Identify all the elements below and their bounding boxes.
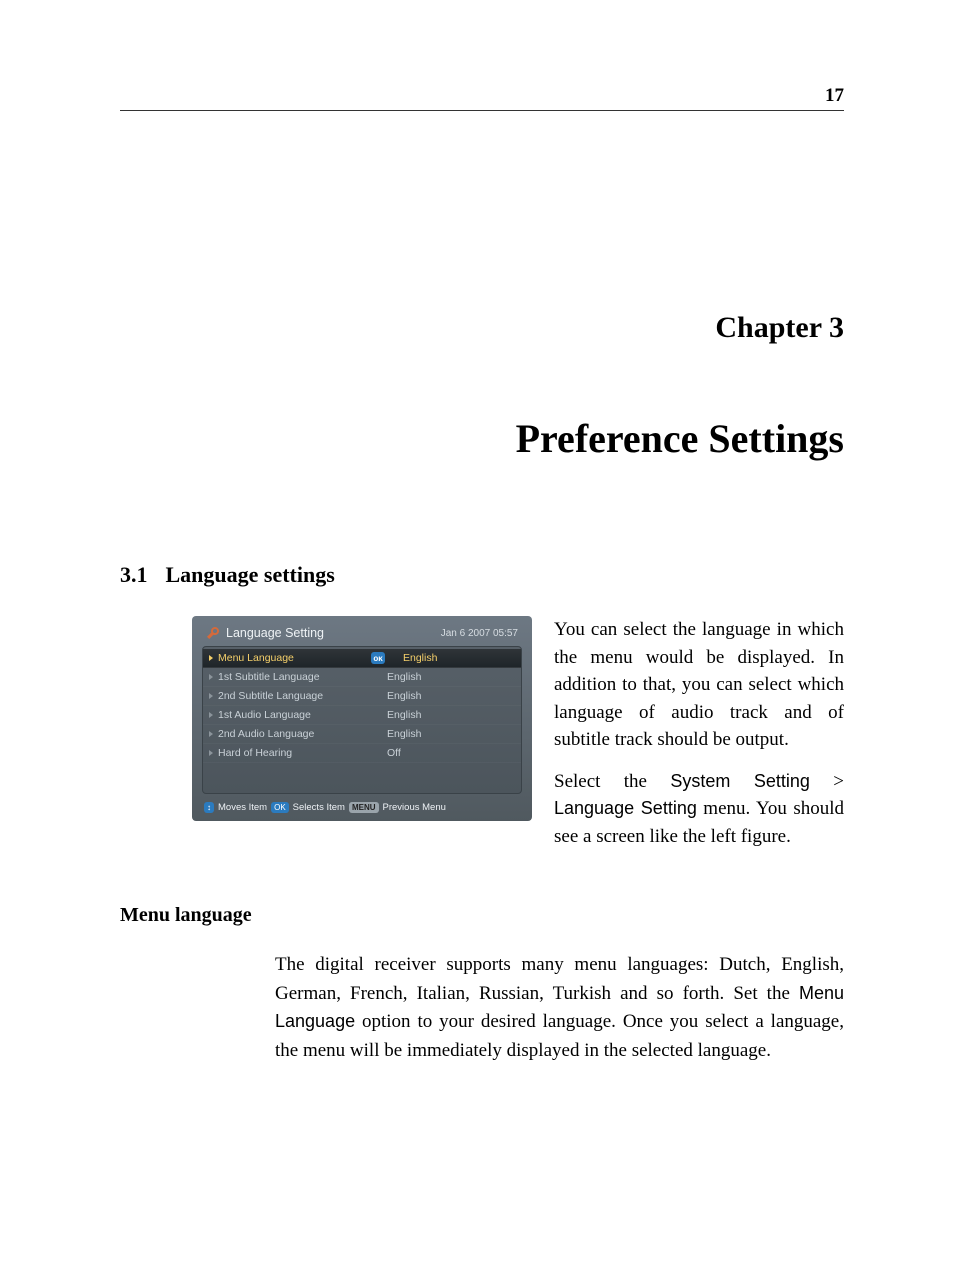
row-label: 2nd Audio Language	[218, 728, 314, 740]
chevron-right-icon	[209, 693, 213, 699]
figure-panel: Menu Language ᴏᴋ English 1st Subtitle La…	[202, 646, 522, 794]
footer-prev: Previous Menu	[383, 802, 446, 813]
footer-selects: Selects Item	[293, 802, 345, 813]
chevron-right-icon	[209, 731, 213, 737]
section-heading: 3.1 Language settings	[120, 562, 844, 588]
figure-footer: ↕ Moves Item OK Selects Item MENU Previo…	[202, 802, 522, 813]
row-label: Menu Language	[218, 652, 294, 664]
menu-row-menu-language[interactable]: Menu Language ᴏᴋ English	[203, 649, 521, 668]
section-title: Language settings	[166, 562, 335, 587]
menu-row-1st-subtitle[interactable]: 1st Subtitle Language English	[203, 668, 521, 687]
intro-p2-a: Select the	[554, 771, 670, 792]
gt-separator: >	[810, 771, 844, 792]
chevron-right-icon	[209, 674, 213, 680]
chapter-title: Preference Settings	[120, 415, 844, 462]
menu-row-1st-audio[interactable]: 1st Audio Language English	[203, 706, 521, 725]
embedded-figure: Language Setting Jan 6 2007 05:57 Menu L…	[192, 616, 532, 864]
menu-row-hard-of-hearing[interactable]: Hard of Hearing Off	[203, 744, 521, 763]
page-number: 17	[825, 85, 844, 106]
row-value: English	[369, 671, 515, 683]
row-label: 1st Subtitle Language	[218, 671, 320, 683]
wrench-icon	[206, 626, 220, 640]
chevron-right-icon	[209, 655, 213, 661]
body-p1-b: option to your desired language. Once yo…	[275, 1011, 844, 1061]
menu-row-2nd-subtitle[interactable]: 2nd Subtitle Language English	[203, 687, 521, 706]
figure-title: Language Setting	[226, 626, 324, 640]
page-header: 17	[120, 85, 844, 111]
figure-timestamp: Jan 6 2007 05:57	[441, 628, 518, 639]
intro-p1: You can select the language in which the…	[554, 616, 844, 754]
footer-moves: Moves Item	[218, 802, 267, 813]
nav-language-setting: Language Setting	[554, 798, 697, 818]
chevron-right-icon	[209, 712, 213, 718]
nav-key-icon: ↕	[204, 802, 214, 813]
ok-key-icon: OK	[271, 802, 289, 813]
chapter-label: Chapter 3	[120, 311, 844, 345]
row-label: 2nd Subtitle Language	[218, 690, 323, 702]
ok-icon: ᴏᴋ	[371, 652, 385, 664]
body-p1-a: The digital receiver supports many menu …	[275, 954, 844, 1004]
chevron-right-icon	[209, 750, 213, 756]
row-value: Off	[369, 747, 515, 759]
nav-system-setting: System Setting	[670, 771, 810, 791]
subheading-menu-language: Menu language	[120, 904, 844, 927]
row-value: English	[369, 690, 515, 702]
row-value: English	[369, 728, 515, 740]
row-label: 1st Audio Language	[218, 709, 311, 721]
body-paragraph: The digital receiver supports many menu …	[275, 951, 844, 1065]
section-number: 3.1	[120, 562, 148, 587]
row-value: English	[369, 709, 515, 721]
row-label: Hard of Hearing	[218, 747, 292, 759]
menu-key-icon: MENU	[349, 802, 379, 813]
menu-row-2nd-audio[interactable]: 2nd Audio Language English	[203, 725, 521, 744]
intro-p2: Select the System Setting > Language Set…	[554, 768, 844, 851]
row-value: English	[385, 652, 515, 664]
intro-text: You can select the language in which the…	[554, 616, 844, 864]
